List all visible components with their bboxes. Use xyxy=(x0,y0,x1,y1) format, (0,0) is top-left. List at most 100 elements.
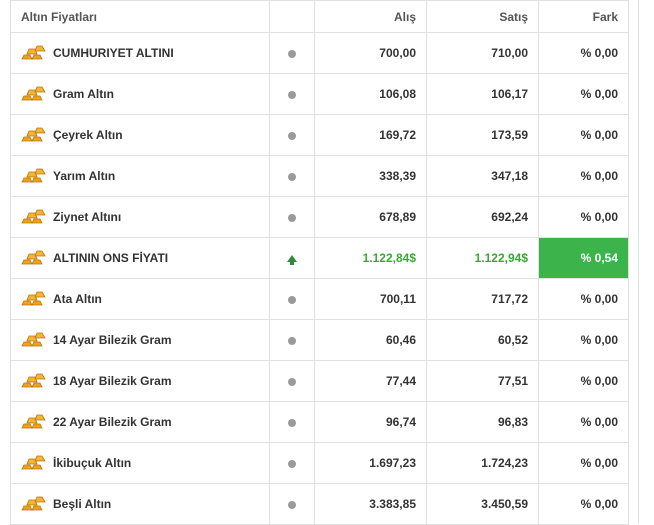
gold-bars-icon xyxy=(21,250,47,267)
row-trend-cell xyxy=(269,278,315,320)
row-name-cell: Ziynet Altını xyxy=(10,196,270,238)
table-row[interactable]: ALTININ ONS FİYATI 1.122,84$ 1.122,94$% 0,… xyxy=(10,237,629,279)
gold-bars-icon xyxy=(21,373,47,390)
header-sell: Satış xyxy=(426,0,539,33)
row-sell: 60,52 xyxy=(426,319,539,361)
header-buy: Alış xyxy=(314,0,427,33)
row-name: 22 Ayar Bilezik Gram xyxy=(53,415,172,429)
neutral-dot-icon xyxy=(288,131,296,140)
row-change: % 0,00 xyxy=(538,483,629,525)
gold-bars-icon xyxy=(21,86,47,103)
row-change: % 0,00 xyxy=(538,401,629,443)
row-buy: 60,46 xyxy=(314,319,427,361)
row-buy: 700,00 xyxy=(314,32,427,74)
gold-bars-icon xyxy=(21,455,47,472)
neutral-dot-icon xyxy=(288,90,296,99)
header-change: Fark xyxy=(538,0,629,33)
row-name: Ata Altın xyxy=(53,292,102,306)
row-name-cell: CUMHURIYET ALTINI xyxy=(10,32,270,74)
neutral-dot-icon xyxy=(288,459,296,468)
row-name-cell: Gram Altın xyxy=(10,73,270,115)
row-trend-cell xyxy=(269,319,315,361)
table-row[interactable]: Çeyrek Altın 169,72 173,59% 0,00 xyxy=(10,114,629,156)
table-row[interactable]: 22 Ayar Bilezik Gram 96,74 96,83% 0,00 xyxy=(10,401,629,443)
table-row[interactable]: Ziynet Altını 678,89 692,24% 0,00 xyxy=(10,196,629,238)
row-trend-cell xyxy=(269,237,315,279)
row-sell: 692,24 xyxy=(426,196,539,238)
neutral-dot-icon xyxy=(288,377,296,386)
table-row[interactable]: İkibuçuk Altın 1.697,23 1.724,23% 0,00 xyxy=(10,442,629,484)
neutral-dot-icon xyxy=(288,213,296,222)
row-buy: 338,39 xyxy=(314,155,427,197)
row-sell: 717,72 xyxy=(426,278,539,320)
table-row[interactable]: Yarım Altın 338,39 347,18% 0,00 xyxy=(10,155,629,197)
row-change: % 0,00 xyxy=(538,32,629,74)
row-buy: 700,11 xyxy=(314,278,427,320)
row-trend-cell xyxy=(269,155,315,197)
gold-bars-icon xyxy=(21,209,47,226)
row-name-cell: Yarım Altın xyxy=(10,155,270,197)
row-sell: 1.122,94$ xyxy=(426,237,539,279)
row-change: % 0,00 xyxy=(538,442,629,484)
table-row[interactable]: CUMHURIYET ALTINI 700,00 710,00% 0,00 xyxy=(10,32,629,74)
neutral-dot-icon xyxy=(288,49,296,58)
row-trend-cell xyxy=(269,196,315,238)
row-sell: 96,83 xyxy=(426,401,539,443)
row-name: CUMHURIYET ALTINI xyxy=(53,46,174,60)
row-name-cell: İkibuçuk Altın xyxy=(10,442,270,484)
table-row[interactable]: 18 Ayar Bilezik Gram 77,44 77,51% 0,00 xyxy=(10,360,629,402)
gold-prices-table: Altın Fiyatları Alış Satış Fark CUMHURIY… xyxy=(10,0,629,525)
table-row[interactable]: Ata Altın 700,11 717,72% 0,00 xyxy=(10,278,629,320)
table-row[interactable]: Gram Altın 106,08 106,17% 0,00 xyxy=(10,73,629,115)
row-buy: 1.697,23 xyxy=(314,442,427,484)
gold-bars-icon xyxy=(21,291,47,308)
row-name-cell: ALTININ ONS FİYATI xyxy=(10,237,270,279)
neutral-dot-icon xyxy=(288,172,296,181)
row-trend-cell xyxy=(269,360,315,402)
row-name-cell: Ata Altın xyxy=(10,278,270,320)
row-name: Çeyrek Altın xyxy=(53,128,123,142)
row-name: Beşli Altın xyxy=(53,497,112,511)
row-sell: 106,17 xyxy=(426,73,539,115)
table-row[interactable]: Beşli Altın 3.383,85 3.450,59% 0,00 xyxy=(10,483,629,525)
row-name: Ziynet Altını xyxy=(53,210,122,224)
row-name: ALTININ ONS FİYATI xyxy=(53,251,169,265)
row-sell: 710,00 xyxy=(426,32,539,74)
row-buy: 106,08 xyxy=(314,73,427,115)
row-name-cell: 14 Ayar Bilezik Gram xyxy=(10,319,270,361)
gold-bars-icon xyxy=(21,332,47,349)
row-name: 18 Ayar Bilezik Gram xyxy=(53,374,172,388)
row-name: İkibuçuk Altın xyxy=(53,456,132,470)
row-trend-cell xyxy=(269,73,315,115)
row-trend-cell xyxy=(269,401,315,443)
row-buy: 678,89 xyxy=(314,196,427,238)
row-change: % 0,00 xyxy=(538,155,629,197)
row-buy: 169,72 xyxy=(314,114,427,156)
neutral-dot-icon xyxy=(288,500,296,509)
table-row[interactable]: 14 Ayar Bilezik Gram 60,46 60,52% 0,00 xyxy=(10,319,629,361)
row-name-cell: Beşli Altın xyxy=(10,483,270,525)
row-change: % 0,00 xyxy=(538,73,629,115)
row-name: Yarım Altın xyxy=(53,169,116,183)
row-change: % 0,00 xyxy=(538,319,629,361)
row-trend-cell xyxy=(269,483,315,525)
neutral-dot-icon xyxy=(288,295,296,304)
row-buy: 96,74 xyxy=(314,401,427,443)
row-sell: 173,59 xyxy=(426,114,539,156)
scroll-divider xyxy=(638,0,639,524)
gold-bars-icon xyxy=(21,414,47,431)
row-sell: 3.450,59 xyxy=(426,483,539,525)
row-sell: 77,51 xyxy=(426,360,539,402)
row-change: % 0,54 xyxy=(538,237,629,279)
row-trend-cell xyxy=(269,442,315,484)
gold-bars-icon xyxy=(21,45,47,62)
header-name: Altın Fiyatları xyxy=(10,0,270,33)
row-trend-cell xyxy=(269,114,315,156)
row-sell: 1.724,23 xyxy=(426,442,539,484)
gold-prices-widget: Altın Fiyatları Alış Satış Fark CUMHURIY… xyxy=(0,0,654,525)
row-change: % 0,00 xyxy=(538,196,629,238)
neutral-dot-icon xyxy=(288,418,296,427)
row-trend-cell xyxy=(269,32,315,74)
gold-bars-icon xyxy=(21,127,47,144)
row-name-cell: 22 Ayar Bilezik Gram xyxy=(10,401,270,443)
